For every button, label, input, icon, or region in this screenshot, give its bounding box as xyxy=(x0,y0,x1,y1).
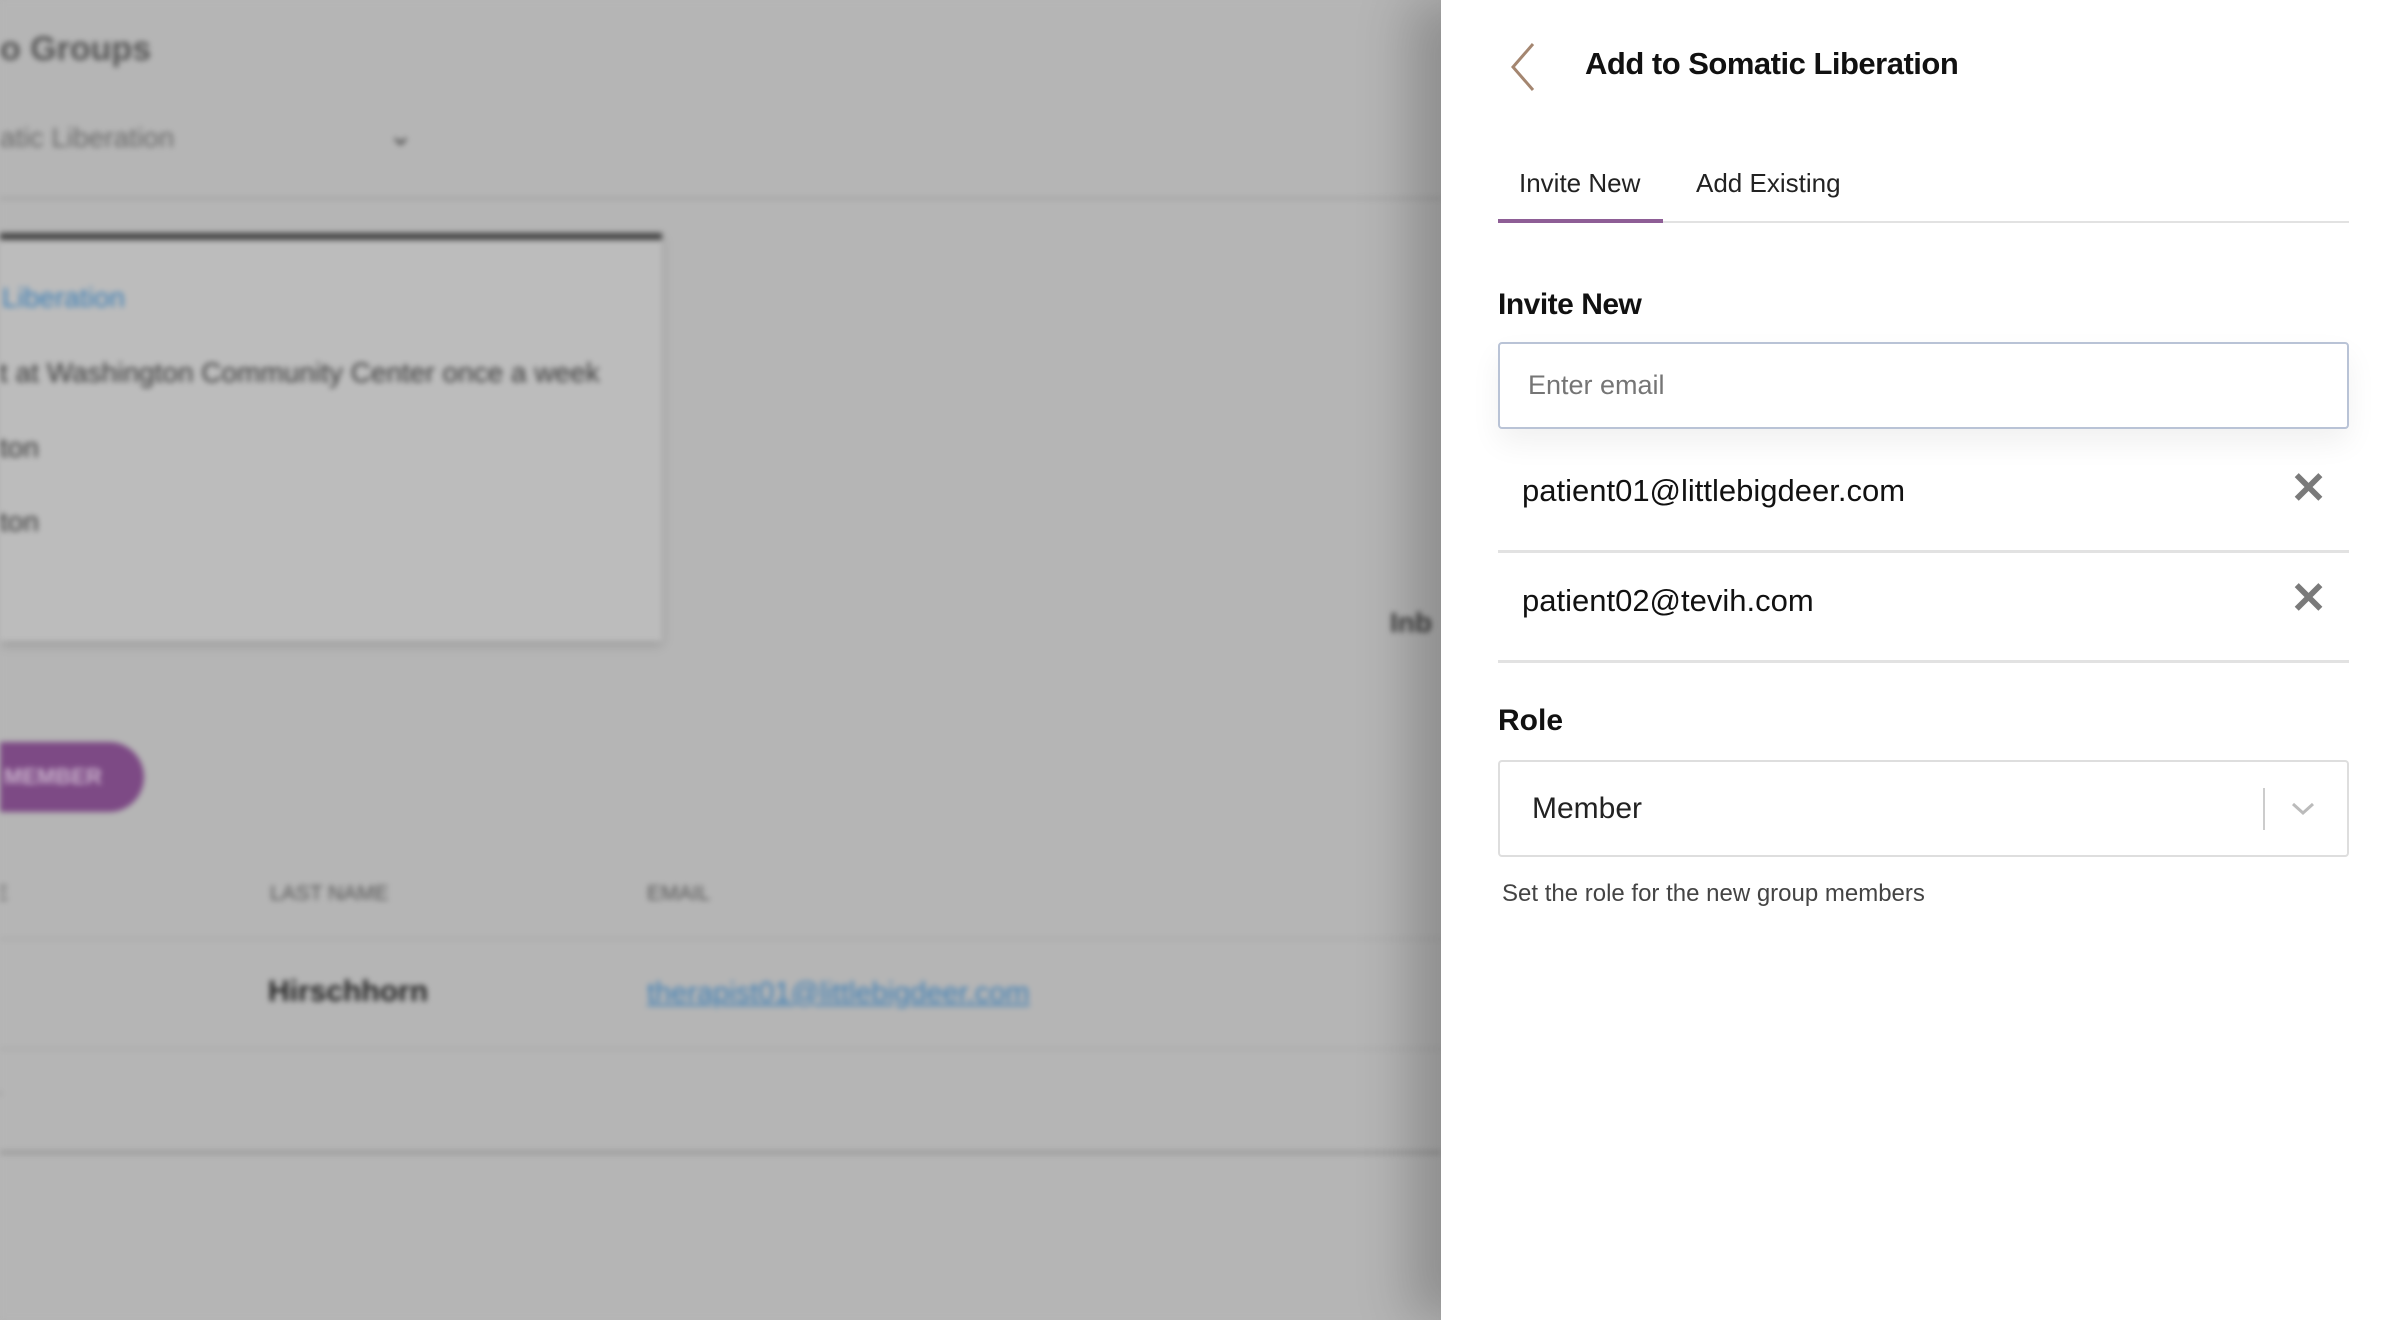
group-card: Liberation t at Washington Community Cen… xyxy=(0,233,662,641)
invite-heading: Invite New xyxy=(1498,288,1642,321)
group-detail: ton xyxy=(0,432,39,463)
chevron-left-icon xyxy=(1511,43,1535,91)
column-header: E xyxy=(0,882,9,905)
role-label: Role xyxy=(1498,704,1564,737)
last-name-cell: Hirschhorn xyxy=(268,975,429,1008)
email-link[interactable]: therapist01@littlebigdeer.com xyxy=(647,977,1029,1010)
divider xyxy=(0,1048,1441,1050)
group-name: Liberation xyxy=(2,282,125,313)
role-value: Member xyxy=(1532,792,1643,825)
remove-email-icon[interactable]: ✕ xyxy=(2290,573,2327,624)
back-button[interactable] xyxy=(1503,40,1543,94)
remove-email-icon[interactable]: ✕ xyxy=(2290,463,2327,514)
group-select[interactable]: atic Liberation xyxy=(0,122,174,154)
add-member-button[interactable]: MEMBER xyxy=(0,742,144,812)
active-tab-indicator xyxy=(1498,219,1663,223)
column-header: LAST NAME xyxy=(270,882,389,905)
panel-title: Add to Somatic Liberation xyxy=(1585,46,1959,81)
divider xyxy=(0,938,1441,940)
chevron-down-icon: ⌄ xyxy=(388,119,414,152)
add-member-label: MEMBER xyxy=(4,764,102,789)
chevron-down-icon xyxy=(2291,802,2315,816)
group-detail: ton xyxy=(0,506,39,537)
tab-invite-new[interactable]: Invite New xyxy=(1519,168,1640,199)
row-cell: r xyxy=(0,1082,1,1114)
background-page: o Groups atic Liberation ⌄ Liberation t … xyxy=(0,0,1441,1320)
email-input[interactable] xyxy=(1498,342,2349,429)
select-separator xyxy=(2263,788,2265,830)
role-select[interactable]: Member xyxy=(1498,760,2349,857)
email-list-item: patient02@tevih.com ✕ xyxy=(1498,553,2349,663)
column-header: EMAIL xyxy=(647,882,711,905)
side-text: Inb xyxy=(1390,607,1432,638)
page-title: o Groups xyxy=(0,30,152,68)
divider xyxy=(0,197,1441,200)
email-list-item: patient01@littlebigdeer.com ✕ xyxy=(1498,443,2349,553)
divider xyxy=(0,1150,1441,1155)
group-detail: t at Washington Community Center once a … xyxy=(0,357,600,388)
add-members-panel: Add to Somatic Liberation Invite New Add… xyxy=(1441,0,2392,1320)
tab-add-existing[interactable]: Add Existing xyxy=(1696,168,1841,199)
role-help-text: Set the role for the new group members xyxy=(1502,880,1925,907)
invited-email: patient02@tevih.com xyxy=(1522,583,1814,618)
invited-email: patient01@littlebigdeer.com xyxy=(1522,473,1906,508)
